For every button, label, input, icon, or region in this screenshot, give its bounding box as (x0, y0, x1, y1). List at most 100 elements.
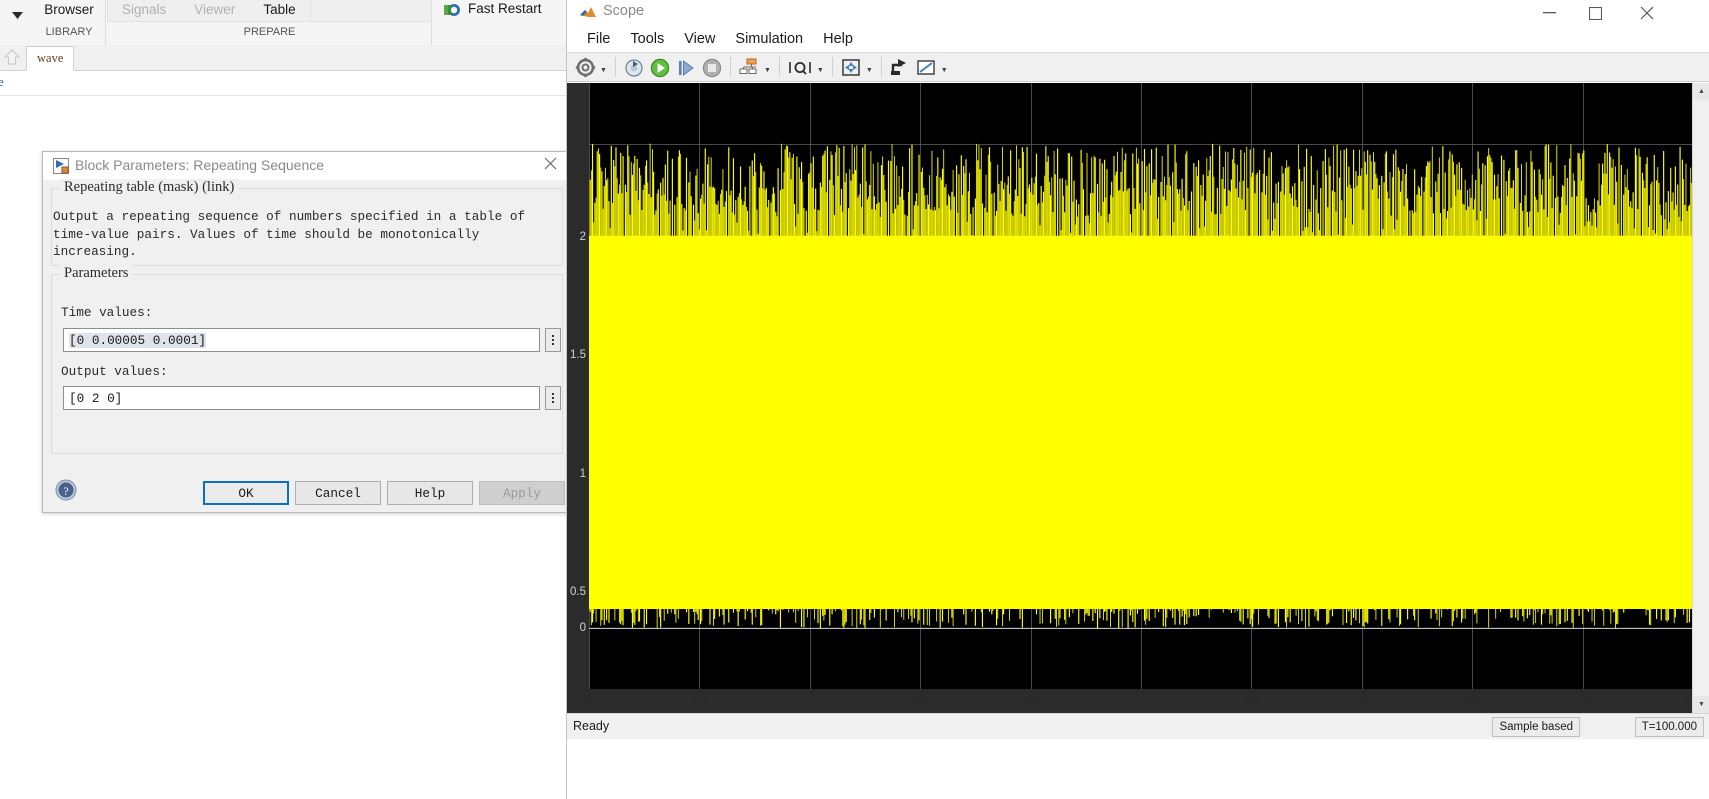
x-tick-label: 40 (1024, 695, 1037, 707)
library-browser-label[interactable]: Browser (32, 2, 106, 17)
menu-tools[interactable]: Tools (620, 31, 674, 47)
scope-window: Scope File Tools View Simulation Help ▼ … (566, 0, 1709, 799)
status-ready-label: Ready (573, 719, 610, 733)
scope-title: Scope (603, 3, 645, 19)
mask-description: Output a repeating sequence of numbers s… (53, 209, 526, 259)
matlab-icon (579, 4, 597, 22)
mask-group-title: Repeating table (mask) (link) (59, 179, 240, 196)
ribbon-toolbar: Browser LIBRARY Signals Viewer Table PRE… (0, 0, 566, 45)
y-tick-label: 2 (579, 231, 586, 243)
cancel-button[interactable]: Cancel (295, 481, 381, 505)
ribbon-group-prepare: Signals Viewer Table PREPARE (107, 0, 432, 45)
status-simulation-time[interactable]: T=100.000 (1634, 717, 1704, 737)
chevron-down-icon[interactable]: ▼ (764, 67, 771, 74)
output-values-label: Output values: (61, 364, 168, 379)
scroll-up-icon[interactable]: ▲ (1693, 83, 1709, 100)
toolbar-separator (729, 57, 731, 77)
output-values-input[interactable]: [0 2 0] (63, 386, 540, 410)
x-tick-label: 90 (1576, 695, 1589, 707)
scope-plot-area[interactable]: 2 1.5 1 0.5 0 0102030405060708090100 (567, 83, 1703, 713)
parameters-group-title: Parameters (59, 265, 134, 282)
y-tick-label: 1 (579, 468, 586, 480)
simulink-model-window: Browser LIBRARY Signals Viewer Table PRE… (0, 0, 570, 799)
model-tab-wave[interactable]: wave (26, 46, 75, 71)
x-tick-label: 0 (585, 695, 593, 707)
ok-button[interactable]: OK (203, 481, 289, 505)
prepare-group-name: PREPARE (243, 26, 296, 38)
toolbar-separator (778, 57, 780, 77)
y-tick-label: 1.5 (570, 349, 586, 361)
run-icon[interactable] (647, 54, 673, 80)
stop-icon[interactable] (699, 54, 725, 80)
scope-status-bar: Ready Sample based T=100.000 (567, 713, 1709, 739)
menu-view[interactable]: View (674, 31, 725, 47)
chevron-down-icon[interactable] (4, 4, 30, 26)
tab-signals[interactable]: Signals (108, 0, 180, 22)
minimize-icon[interactable] (1526, 0, 1572, 26)
chevron-down-icon[interactable]: ▼ (866, 67, 873, 74)
home-up-arrow-icon[interactable] (2, 48, 24, 68)
step-forward-icon[interactable] (673, 54, 699, 80)
x-tick-label: 10 (692, 695, 706, 707)
close-icon[interactable] (539, 156, 561, 176)
layout-icon[interactable] (736, 54, 762, 80)
model-tab-strip: wave (0, 45, 566, 71)
output-values-row: [0 2 0] (63, 386, 561, 410)
tab-overflow[interactable] (309, 0, 431, 22)
x-tick-label: 20 (803, 695, 817, 707)
fast-restart-icon (444, 3, 461, 18)
close-icon[interactable] (1624, 0, 1670, 26)
menu-help[interactable]: Help (813, 31, 863, 47)
more-options-icon[interactable] (545, 328, 561, 352)
ribbon-group-library: Browser LIBRARY (32, 0, 106, 45)
tab-table[interactable]: Table (249, 0, 309, 22)
menu-file[interactable]: File (577, 31, 620, 47)
tab-viewer[interactable]: Viewer (180, 0, 249, 22)
x-tick-label: 60 (1244, 695, 1258, 707)
chevron-down-icon[interactable]: ▼ (941, 67, 948, 74)
block-parameters-dialog: Block Parameters: Repeating Sequence Rep… (42, 151, 570, 513)
configuration-properties-icon[interactable] (573, 54, 598, 80)
time-values-row: [0 0.00005 0.0001] (63, 328, 561, 352)
dialog-title-bar[interactable]: Block Parameters: Repeating Sequence (43, 152, 569, 180)
toolbar-separator (831, 57, 833, 77)
output-values-value: [0 2 0] (69, 391, 123, 406)
block-parameters-icon (53, 158, 69, 174)
chevron-down-icon[interactable]: ▼ (600, 67, 607, 74)
time-values-label: Time values: (61, 305, 153, 320)
rewind-icon[interactable] (621, 54, 647, 80)
y-tick-label: 0.5 (570, 586, 586, 598)
fast-restart-label: Fast Restart (468, 1, 542, 16)
x-tick-label: 80 (1465, 695, 1479, 707)
time-values-input[interactable]: [0 0.00005 0.0001] (63, 328, 540, 352)
menu-simulation[interactable]: Simulation (725, 31, 813, 47)
zoom-fit-icon[interactable] (838, 54, 864, 80)
scope-menu-bar: File Tools View Simulation Help (567, 26, 1709, 52)
chevron-down-icon[interactable]: ▼ (817, 67, 824, 74)
breadcrumb-text: ve (0, 75, 4, 89)
breadcrumb: ve (0, 71, 566, 96)
y-tick-label: 0 (579, 622, 586, 634)
dialog-title: Block Parameters: Repeating Sequence (75, 157, 325, 173)
plot-vertical-scrollbar[interactable]: ▲ ▼ (1692, 83, 1709, 713)
scroll-down-icon[interactable]: ▼ (1693, 696, 1709, 713)
model-tab-label: wave (37, 51, 64, 65)
svg-text:?: ? (63, 484, 68, 498)
help-question-icon[interactable]: ? (55, 479, 77, 501)
signal-trace (589, 83, 1693, 689)
cursor-measurements-icon[interactable] (785, 54, 815, 80)
toolbar-separator (880, 57, 882, 77)
status-sample-mode[interactable]: Sample based (1492, 717, 1580, 737)
toolbar-separator (614, 57, 616, 77)
scope-toolbar: ▼ ▼ ▼ ▼ ▼ (567, 52, 1709, 82)
more-options-icon[interactable] (545, 386, 561, 410)
x-tick-label: 70 (1355, 695, 1369, 707)
style-icon[interactable] (913, 54, 939, 80)
fast-restart-button[interactable]: Fast Restart (436, 0, 566, 45)
plot-axes[interactable] (589, 83, 1693, 689)
maximize-icon[interactable] (1572, 0, 1618, 26)
scope-title-bar[interactable]: Scope (567, 0, 1709, 45)
signal-selector-icon[interactable] (887, 54, 913, 80)
help-button[interactable]: Help (387, 481, 473, 505)
prepare-tab-list: Signals Viewer Table (107, 0, 432, 22)
